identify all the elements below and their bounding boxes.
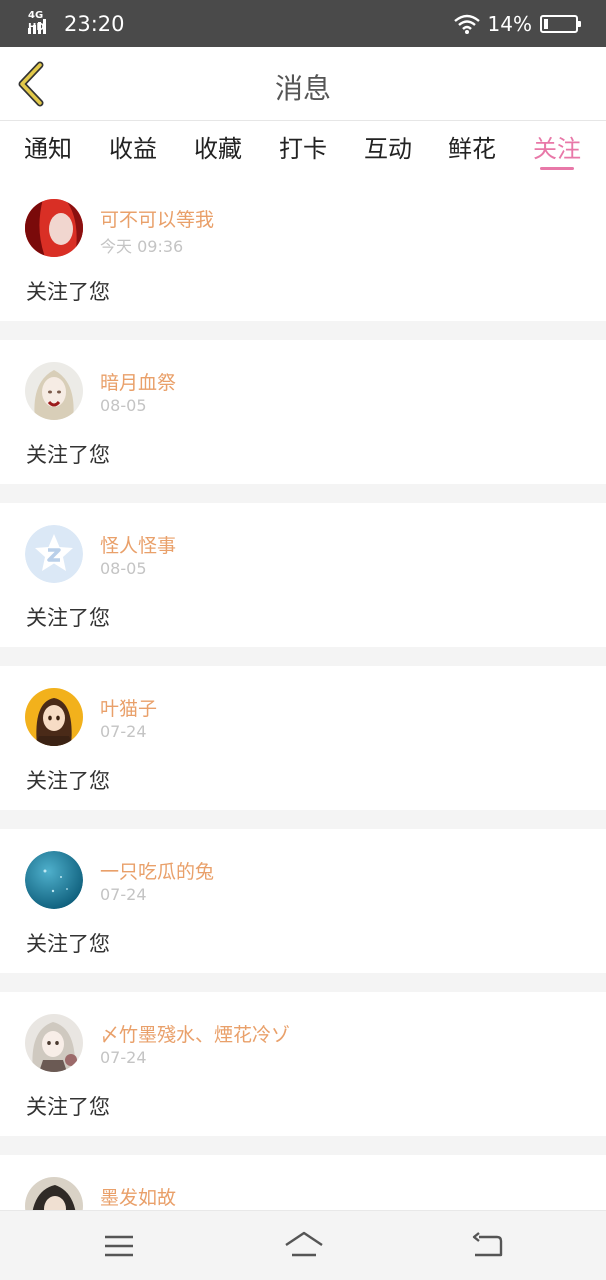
tab-favorites[interactable]: 收藏 bbox=[194, 129, 242, 164]
tab-label: 打卡 bbox=[279, 135, 327, 163]
battery-percent: 14% bbox=[487, 11, 532, 36]
user-name[interactable]: 〆竹墨殘水、煙花冷ゾ bbox=[100, 1020, 290, 1047]
message-text: 关注了您 bbox=[26, 606, 110, 630]
avatar[interactable] bbox=[25, 851, 83, 909]
active-tab-indicator bbox=[540, 167, 574, 170]
tab-label: 收益 bbox=[109, 135, 157, 163]
status-bar: 4G HD 23:20 14% bbox=[0, 0, 606, 47]
message-item[interactable]: 怪人怪事 08-05 关注了您 bbox=[0, 503, 606, 647]
message-text: 关注了您 bbox=[26, 443, 110, 467]
message-text: 关注了您 bbox=[26, 932, 110, 956]
avatar[interactable] bbox=[25, 688, 83, 746]
message-text: 关注了您 bbox=[26, 1095, 110, 1119]
status-time: 23:20 bbox=[64, 11, 125, 36]
return-icon bbox=[472, 1232, 503, 1257]
avatar[interactable] bbox=[25, 1014, 83, 1072]
tab-earnings[interactable]: 收益 bbox=[109, 129, 157, 164]
message-item[interactable]: 一只吃瓜的兔 07-24 关注了您 bbox=[0, 829, 606, 973]
user-name[interactable]: 怪人怪事 bbox=[100, 531, 176, 558]
message-time: 07-24 bbox=[100, 1048, 147, 1067]
user-name[interactable]: 一只吃瓜的兔 bbox=[100, 857, 214, 884]
user-name[interactable]: 暗月血祭 bbox=[100, 368, 176, 395]
home-button[interactable] bbox=[282, 1229, 326, 1263]
menu-icon bbox=[105, 1235, 133, 1257]
avatar[interactable] bbox=[25, 525, 83, 583]
message-item[interactable]: 〆竹墨殘水、煙花冷ゾ 07-24 关注了您 bbox=[0, 992, 606, 1136]
battery-icon bbox=[540, 14, 581, 33]
tab-flowers[interactable]: 鲜花 bbox=[448, 129, 496, 164]
tab-label: 关注 bbox=[533, 135, 581, 163]
header: 消息 bbox=[0, 47, 606, 121]
user-name[interactable]: 墨发如故 bbox=[100, 1183, 176, 1210]
tab-follow[interactable]: 关注 bbox=[533, 129, 581, 170]
home-icon bbox=[285, 1231, 323, 1257]
tab-label: 鲜花 bbox=[448, 135, 496, 163]
user-name[interactable]: 可不可以等我 bbox=[100, 205, 214, 232]
tab-checkin[interactable]: 打卡 bbox=[279, 129, 327, 164]
message-item[interactable]: 暗月血祭 08-05 关注了您 bbox=[0, 340, 606, 484]
return-button[interactable] bbox=[467, 1229, 507, 1263]
user-name[interactable]: 叶猫子 bbox=[100, 694, 157, 721]
menu-button[interactable] bbox=[99, 1229, 139, 1263]
avatar[interactable] bbox=[25, 362, 83, 420]
tab-notifications[interactable]: 通知 bbox=[24, 129, 72, 164]
status-left: 4G HD 23:20 bbox=[28, 10, 125, 36]
tab-bar: 通知 收益 收藏 打卡 互动 鲜花 关注 bbox=[0, 121, 606, 177]
message-time: 07-24 bbox=[100, 885, 147, 904]
signal-icon: 4G HD bbox=[28, 10, 56, 36]
navigation-bar bbox=[0, 1210, 606, 1280]
message-time: 07-24 bbox=[100, 722, 147, 741]
status-right: 14% bbox=[453, 11, 581, 36]
message-item[interactable]: 可不可以等我 今天 09:36 关注了您 bbox=[0, 177, 606, 321]
avatar[interactable] bbox=[25, 199, 83, 257]
message-list: 可不可以等我 今天 09:36 关注了您 暗月血祭 08-05 关注了您 怪人怪… bbox=[0, 177, 606, 1280]
tab-interaction[interactable]: 互动 bbox=[364, 129, 412, 164]
page-title: 消息 bbox=[274, 72, 331, 105]
tab-label: 通知 bbox=[24, 135, 72, 163]
message-time: 今天 09:36 bbox=[100, 237, 184, 256]
wifi-icon bbox=[453, 14, 480, 34]
message-time: 08-05 bbox=[100, 396, 147, 415]
message-text: 关注了您 bbox=[26, 769, 110, 793]
tab-label: 互动 bbox=[364, 135, 412, 163]
message-text: 关注了您 bbox=[26, 280, 110, 304]
message-item[interactable]: 叶猫子 07-24 关注了您 bbox=[0, 666, 606, 810]
tab-label: 收藏 bbox=[194, 135, 242, 163]
message-time: 08-05 bbox=[100, 559, 147, 578]
